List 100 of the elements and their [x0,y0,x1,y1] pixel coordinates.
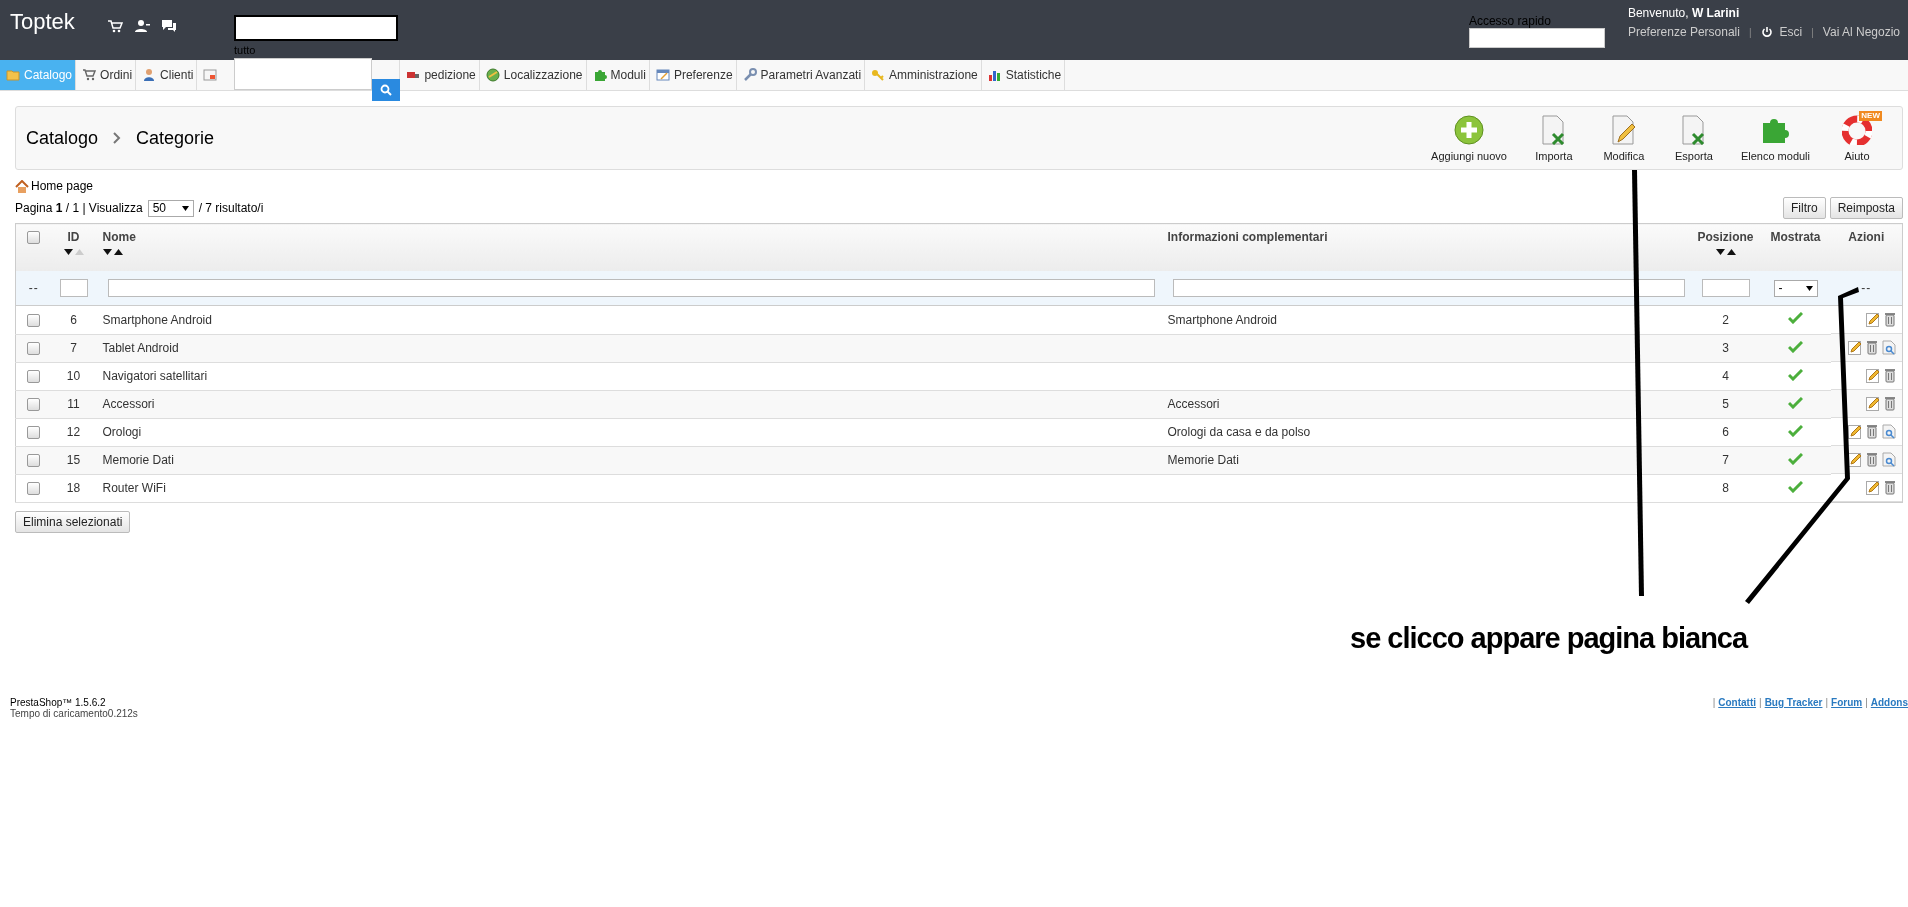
separator-text: | [1811,26,1814,38]
toolbar-button[interactable]: Esporta [1658,114,1729,162]
sort-down-icon[interactable] [1715,249,1725,255]
id-filter-field[interactable] [59,279,88,297]
annotation-text: se clicco appare pagina bianca [1350,622,1748,655]
footer-link[interactable]: Bug Tracker [1764,697,1823,719]
row-checkbox[interactable] [27,370,41,384]
trash-icon[interactable] [1884,396,1896,411]
sort-up-icon[interactable] [1726,249,1736,255]
home-link[interactable]: Home page [31,179,94,193]
filter-button[interactable]: Reimposta [1829,197,1903,219]
cart-icon [82,68,97,82]
position-filter-field[interactable] [1701,279,1750,297]
header-link[interactable]: Preferenze Personali [1627,25,1740,39]
table-cell: Smartphone Android [102,312,212,327]
checkmark-icon[interactable] [1788,480,1803,493]
separator-text: | [1865,697,1868,710]
sort-down-icon[interactable] [63,249,73,255]
separator-text: | [1825,697,1829,710]
separator-text: | [1759,697,1762,710]
row-checkbox[interactable] [27,342,41,356]
quick-access-label: Accesso rapido [1468,15,1552,28]
header-link[interactable]: Vai Al Negozio [1822,25,1900,39]
pagination-text: Pagina 1 / 1 | Visualizza [15,201,143,215]
welcome-text: Benvenuto, W Larini [1627,6,1741,20]
key-icon [871,68,886,82]
table-cell: 6 [1722,425,1729,439]
results-text: / 7 risultato/i [198,201,264,215]
table-cell: Accessori [102,397,155,411]
power-icon [1760,26,1773,38]
person-icon[interactable] [133,19,150,33]
magnifier-page-icon[interactable] [1882,424,1896,439]
toolbar-button[interactable]: Elenco moduli [1728,114,1822,162]
table-cell: 10 [66,369,81,383]
row-checkbox[interactable] [27,426,41,440]
trash-icon[interactable] [1884,312,1896,327]
footer-link[interactable]: Addons [1870,697,1908,719]
filter-button[interactable]: Filtro [1782,197,1826,219]
checkmark-icon[interactable] [1788,452,1803,465]
checkmark-icon[interactable] [1788,368,1803,381]
chat-icon[interactable] [160,19,177,33]
table-cell: 8 [1722,481,1729,496]
row-checkbox[interactable] [27,482,41,496]
trash-icon[interactable] [1866,452,1878,467]
table-cell: 11 [67,397,80,411]
per-page-select[interactable]: 50 [147,199,194,217]
search-button[interactable] [372,79,400,101]
cart-icon[interactable] [106,19,123,33]
table-cell: Accessori [1167,397,1220,411]
quick-access-field[interactable] [1468,28,1605,48]
shown-filter-select[interactable]: - [1773,279,1818,297]
sort-up-icon[interactable] [113,249,123,255]
info-filter-field[interactable] [1172,279,1685,297]
column-header: Azioni [1847,230,1886,244]
version-text: PrestaShop™ 1.5.6.2 [10,697,106,708]
table-cell: 7 [1722,453,1729,467]
checkmark-icon[interactable] [1788,340,1803,353]
dash-text: -- [28,281,39,295]
row-checkbox[interactable] [27,313,41,327]
magnifier-page-icon[interactable] [1882,340,1896,355]
row-checkbox[interactable] [27,454,41,468]
chart-icon [987,68,1002,82]
trash-icon[interactable] [1866,340,1878,355]
folder-icon [6,68,20,82]
table-cell: 6 [70,312,77,327]
delete-selected-button[interactable]: Elimina selezionati [15,511,131,533]
toolbar-button[interactable]: Modifica [1588,114,1659,162]
caret-icon [181,205,189,211]
checkmark-icon[interactable] [1788,396,1803,409]
breadcrumb-item: Categorie [136,127,215,149]
sort-down-icon[interactable] [102,249,112,255]
row-checkbox[interactable] [27,398,41,412]
toolbar-button[interactable]: Importa [1518,114,1589,162]
table-cell: 12 [66,425,81,439]
load-time-text: Tempo di caricamento0.212s [10,708,138,719]
table-cell: 15 [66,453,81,467]
table-cell: 7 [70,341,77,355]
header-link[interactable]: Esci [1779,25,1803,39]
checkmark-icon[interactable] [1788,312,1803,325]
name-filter-field[interactable] [107,279,1155,297]
separator-text: | [1748,26,1752,38]
footer-link[interactable]: Contatti [1718,697,1757,719]
column-header: Informazioni complementari [1167,230,1329,244]
select-all-checkbox[interactable] [27,231,41,245]
table-cell: Tablet Android [102,341,179,355]
trash-icon[interactable] [1884,368,1896,383]
magnifier-page-icon[interactable] [1882,452,1896,467]
trash-icon[interactable] [1866,424,1878,439]
column-header: ID [66,230,81,244]
table-cell: 2 [1722,312,1729,327]
person-icon [142,68,157,82]
pencil-page-icon [1609,114,1638,145]
search-field[interactable] [234,15,398,41]
checkmark-icon[interactable] [1788,424,1803,437]
trash-icon[interactable] [1884,480,1896,495]
table-cell: Orologi da casa e da polso [1167,425,1311,439]
footer-link[interactable]: Forum [1831,697,1863,719]
chevron-icon [113,132,122,144]
toolbar-button[interactable]: Aggiungi nuovo [1419,114,1519,162]
window-icon [655,68,670,82]
